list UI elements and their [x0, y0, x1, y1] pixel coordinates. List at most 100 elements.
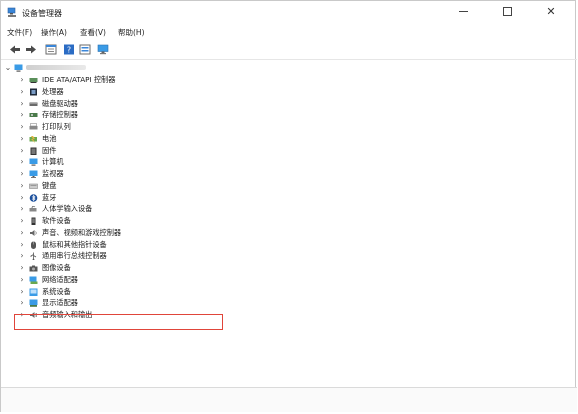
- menu-help[interactable]: 帮助(H): [118, 27, 145, 38]
- tree-item-label: 固件: [42, 145, 57, 155]
- tree-item-label: 处理器: [42, 86, 64, 96]
- chevron-down-icon[interactable]: ⌄: [4, 62, 12, 74]
- tree-item-label: 打印队列: [42, 122, 71, 131]
- tree-item[interactable]: › 键盘: [1, 180, 577, 192]
- tree-root-row[interactable]: ⌄: [1, 62, 577, 74]
- chevron-right-icon[interactable]: ›: [18, 286, 26, 298]
- tree-item-label: 键盘: [42, 180, 57, 190]
- chevron-right-icon[interactable]: ›: [18, 250, 26, 262]
- bluetooth-icon: [29, 193, 38, 202]
- tree-item[interactable]: › 蓝牙: [1, 192, 577, 204]
- tree-item[interactable]: › 固件: [1, 145, 577, 157]
- tree-item[interactable]: › 存储控制器: [1, 109, 577, 121]
- processor-icon: [30, 88, 37, 96]
- close-button[interactable]: ✕: [529, 1, 573, 25]
- toolbar: ?: [1, 41, 577, 60]
- disk-drive-icon: [29, 102, 38, 106]
- sound-icon: [30, 229, 37, 236]
- usb-icon: [30, 252, 37, 261]
- chevron-right-icon[interactable]: ›: [18, 239, 26, 251]
- chevron-right-icon[interactable]: ›: [18, 86, 26, 98]
- chevron-right-icon[interactable]: ›: [18, 133, 26, 145]
- tree-item[interactable]: › 系统设备: [1, 286, 577, 298]
- chevron-right-icon[interactable]: ›: [18, 297, 26, 309]
- help-icon[interactable]: ?: [63, 44, 75, 55]
- chevron-right-icon[interactable]: ›: [18, 180, 26, 192]
- chevron-right-icon[interactable]: ›: [18, 262, 26, 274]
- tree-item[interactable]: › 鼠标和其他指针设备: [1, 239, 577, 251]
- tree-item-label: 声音、视频和游戏控制器: [42, 227, 122, 237]
- computer-icon: [14, 64, 23, 72]
- storage-controller-icon: [29, 113, 38, 118]
- tree-item[interactable]: › 通用串行总线控制器: [1, 250, 577, 262]
- forward-arrow-icon[interactable]: [25, 44, 37, 55]
- menu-bar: 文件(F) 操作(A) 查看(V) 帮助(H): [1, 26, 577, 40]
- minimize-button[interactable]: [441, 1, 485, 25]
- menu-view[interactable]: 查看(V): [80, 27, 106, 38]
- chevron-right-icon[interactable]: ›: [18, 156, 26, 168]
- chevron-right-icon[interactable]: ›: [18, 74, 26, 86]
- menu-action[interactable]: 操作(A): [41, 27, 67, 38]
- monitor-icon: [29, 170, 38, 178]
- tree-item-label: 蓝牙: [42, 192, 57, 202]
- tree-item[interactable]: › 网络适配器: [1, 274, 577, 286]
- tree-item[interactable]: › 计算机: [1, 156, 577, 168]
- highlight-box: [14, 314, 223, 330]
- close-icon: ✕: [546, 5, 556, 18]
- tree-item[interactable]: › 显示适配器: [1, 297, 577, 309]
- menu-file[interactable]: 文件(F): [7, 27, 32, 38]
- back-arrow-icon[interactable]: [9, 44, 21, 55]
- chevron-right-icon[interactable]: ›: [18, 109, 26, 121]
- tree-item[interactable]: › 打印队列: [1, 121, 577, 133]
- tree-item[interactable]: › IDE ATA/ATAPI 控制器: [1, 74, 577, 86]
- keyboard-icon: [29, 183, 38, 189]
- tree-item-label: 网络适配器: [42, 274, 78, 284]
- device-manager-window: 设备管理器 ✕ 文件(F) 操作(A) 查看(V) 帮助(H) ? ⌄ › ID…: [0, 0, 577, 412]
- device-manager-app-icon: [7, 7, 16, 17]
- tree-item[interactable]: › 图像设备: [1, 262, 577, 274]
- tree-item-label: 显示适配器: [42, 298, 78, 308]
- minimize-icon: [458, 11, 468, 12]
- properties-icon[interactable]: [45, 44, 57, 55]
- tree-item[interactable]: › 处理器: [1, 86, 577, 98]
- chevron-right-icon[interactable]: ›: [18, 192, 26, 204]
- tree-item-label: 计算机: [42, 157, 64, 167]
- maximize-button[interactable]: [485, 1, 529, 25]
- tree-item[interactable]: › 监视器: [1, 168, 577, 180]
- battery-icon: [29, 135, 37, 143]
- chevron-right-icon[interactable]: ›: [18, 203, 26, 215]
- tree-item-label: 存储控制器: [42, 110, 78, 120]
- chevron-right-icon[interactable]: ›: [18, 121, 26, 133]
- status-bar: [1, 387, 577, 412]
- chevron-right-icon[interactable]: ›: [18, 98, 26, 110]
- system-device-icon: [29, 288, 38, 296]
- camera-icon: [29, 265, 38, 272]
- details-icon[interactable]: [79, 44, 91, 55]
- tree-item-label: 监视器: [42, 169, 64, 178]
- tree-item[interactable]: › 磁盘驱动器: [1, 98, 577, 110]
- tree-item-label: 图像设备: [42, 263, 71, 272]
- device-tree: ⌄ › IDE ATA/ATAPI 控制器 › 处理器 › 磁盘驱动器 › 存储控制器 › 打印队列…: [1, 60, 577, 385]
- monitor-icon[interactable]: [97, 44, 109, 55]
- tree-item-label: 人体学输入设备: [42, 204, 93, 214]
- chevron-right-icon[interactable]: ›: [18, 215, 26, 227]
- tree-item[interactable]: › 软件设备: [1, 215, 577, 227]
- chevron-right-icon[interactable]: ›: [18, 145, 26, 157]
- tree-item-label: 电池: [42, 133, 57, 143]
- chevron-right-icon[interactable]: ›: [18, 168, 26, 180]
- software-device-icon: [31, 217, 36, 225]
- display-adapter-icon: [29, 299, 38, 308]
- chevron-right-icon[interactable]: ›: [18, 227, 26, 239]
- title-bar: 设备管理器 ✕: [1, 1, 577, 25]
- svg-text:?: ?: [67, 46, 71, 55]
- firmware-icon: [30, 147, 37, 155]
- window-title: 设备管理器: [22, 9, 62, 18]
- ide-controller-icon: [29, 78, 38, 83]
- hid-icon: [29, 206, 37, 212]
- tree-item[interactable]: › 电池: [1, 133, 577, 145]
- tree-item-label: 鼠标和其他指针设备: [42, 239, 107, 249]
- chevron-right-icon[interactable]: ›: [18, 274, 26, 286]
- tree-item[interactable]: › 声音、视频和游戏控制器: [1, 227, 577, 239]
- computer-icon: [29, 158, 38, 166]
- tree-item[interactable]: › 人体学输入设备: [1, 203, 577, 215]
